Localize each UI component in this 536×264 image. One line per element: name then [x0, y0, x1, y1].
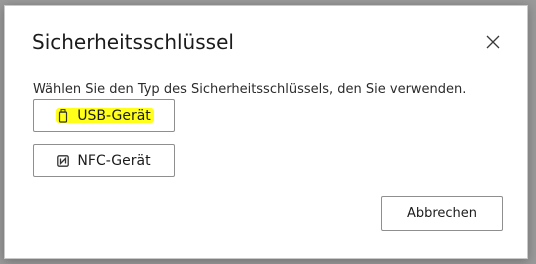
nfc-device-label: NFC-Gerät	[77, 152, 151, 169]
dialog-description: Wählen Sie den Typ des Sicherheitsschlüs…	[33, 82, 467, 97]
security-key-dialog: Sicherheitsschlüssel Wählen Sie den Typ …	[4, 5, 528, 259]
usb-device-button[interactable]: USB-Gerät	[33, 99, 175, 132]
dialog-title: Sicherheitsschlüssel	[32, 30, 234, 54]
usb-key-icon	[57, 108, 69, 123]
nfc-device-button[interactable]: NFC-Gerät	[33, 144, 175, 177]
close-icon[interactable]	[483, 32, 503, 52]
nfc-icon	[57, 154, 70, 168]
usb-device-label: USB-Gerät	[77, 107, 151, 124]
cancel-button[interactable]: Abbrechen	[381, 196, 503, 231]
